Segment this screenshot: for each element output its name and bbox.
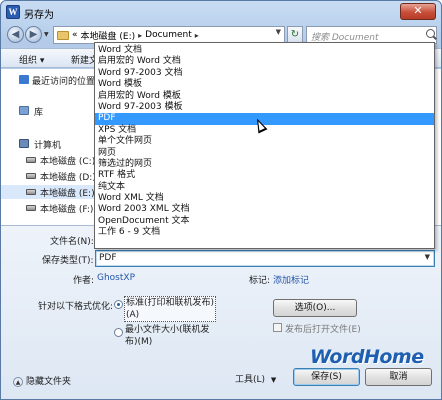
chevron-down-icon[interactable]: ▼ <box>425 253 430 261</box>
dropdown-option[interactable]: Word 97-2003 文档 <box>95 68 434 79</box>
cancel-button[interactable]: 取消 <box>365 368 432 386</box>
dropdown-option[interactable]: 筛选过的网页 <box>95 159 434 170</box>
sidebar-item-label: 本地磁盘 (D:) <box>40 173 96 183</box>
word-app-icon: W <box>6 5 20 19</box>
title-bar: W 另存为 ✕ <box>1 1 441 23</box>
sidebar-item-label: 最近访问的位置 <box>32 77 96 87</box>
sidebar-item-drive-c[interactable]: 本地磁盘 (C:) <box>1 153 97 167</box>
tags-value[interactable]: 添加标记 <box>273 273 309 286</box>
dropdown-option[interactable]: 单个文件网页 <box>95 136 434 147</box>
sidebar-item-computer[interactable]: 计算机 <box>1 137 97 151</box>
sidebar-item-drive-e[interactable]: 本地磁盘 (E:) <box>1 185 97 199</box>
file-type-dropdown-list[interactable]: Word 文档 启用宏的 Word 文档 Word 97-2003 文档 Wor… <box>94 42 435 249</box>
radio-minimum-line2: 布)(M) <box>125 337 153 347</box>
breadcrumb-document[interactable]: Document <box>145 30 192 40</box>
close-button[interactable]: ✕ <box>400 3 436 20</box>
radio-standard-line1: 标准(打印和联机发布) <box>126 298 215 308</box>
sidebar-item-library[interactable]: 库 <box>1 104 97 118</box>
open-after-publish-checkbox[interactable] <box>273 323 282 332</box>
sidebar-item-drive-d[interactable]: 本地磁盘 (D:) <box>1 169 97 183</box>
file-type-label: 保存类型(T): <box>42 256 94 266</box>
sidebar-item-label: 本地磁盘 (F:) <box>40 205 94 215</box>
drive-icon <box>26 205 36 211</box>
dropdown-option[interactable]: OpenDocument 文本 <box>95 216 434 227</box>
hide-folders-button[interactable]: ▲ 隐藏文件夹 <box>13 374 71 387</box>
radio-minimum[interactable] <box>114 328 123 337</box>
chevron-right-icon[interactable]: ▸ <box>138 31 142 40</box>
file-type-select[interactable]: PDF ▼ <box>95 250 435 267</box>
tools-label: 工具(L) <box>235 375 266 385</box>
file-type-value: PDF <box>99 253 117 263</box>
search-icon <box>426 29 435 38</box>
radio-minimum-label[interactable]: 最小文件大小(联机发 布)(M) <box>125 324 210 348</box>
tools-button[interactable]: 工具(L) ▼ <box>235 372 276 385</box>
sidebar-item-label: 库 <box>34 108 44 118</box>
wordhome-watermark: WordHome <box>310 346 424 368</box>
dropdown-option[interactable]: Word 文档 <box>95 45 434 56</box>
tags-label: 标记: <box>249 276 271 286</box>
dropdown-option[interactable]: 启用宏的 Word 文档 <box>95 56 434 67</box>
folder-icon <box>57 30 69 40</box>
dialog-title: 另存为 <box>24 10 54 21</box>
recent-icon <box>19 75 29 84</box>
radio-standard-line2: (A) <box>126 310 140 320</box>
drive-icon <box>26 157 36 163</box>
drive-icon <box>26 189 36 195</box>
radio-standard[interactable] <box>114 300 123 309</box>
dropdown-option[interactable]: 纯文本 <box>95 182 434 193</box>
dropdown-option[interactable]: 启用宏的 Word 模板 <box>95 91 434 102</box>
back-button[interactable]: ◀ <box>7 26 24 43</box>
chevron-right-icon[interactable]: ▸ <box>195 31 199 40</box>
sidebar-item-label: 计算机 <box>34 141 62 151</box>
organize-button[interactable]: 组织 ▾ <box>19 53 44 66</box>
history-dropdown-icon[interactable]: ▼ <box>44 31 49 38</box>
optimize-label: 针对以下格式优化: <box>38 302 114 312</box>
radio-standard-label[interactable]: 标准(打印和联机发布) (A) <box>124 296 217 322</box>
navigation-pane: 最近访问的位置 库 计算机 本地磁盘 (C:) 本地磁盘 (D:) 本地磁盘 (… <box>1 69 97 225</box>
breadcrumb-overflow[interactable]: « <box>72 30 78 40</box>
forward-button[interactable]: ▶ <box>25 26 42 43</box>
options-button[interactable]: 选项(O)... <box>273 299 357 317</box>
hide-folders-label: 隐藏文件夹 <box>26 377 72 387</box>
breadcrumb-drive[interactable]: 本地磁盘 (E:) <box>81 29 136 42</box>
save-as-dialog: W 另存为 ✕ ◀ ▶ ▼ « 本地磁盘 (E:) ▸ Document ▸ ▼… <box>0 0 442 400</box>
sidebar-item-label: 本地磁盘 (E:) <box>40 189 95 199</box>
sidebar-item-label: 本地磁盘 (C:) <box>40 157 96 167</box>
dropdown-option[interactable]: 工作 6 - 9 文档 <box>95 227 434 238</box>
author-label: 作者: <box>73 276 95 286</box>
dropdown-option[interactable]: Word 2003 XML 文档 <box>95 204 434 215</box>
computer-icon <box>19 139 29 148</box>
chevron-down-icon: ▼ <box>270 376 277 384</box>
sidebar-item-drive-f[interactable]: 本地磁盘 (F:) <box>1 201 97 215</box>
dropdown-option[interactable]: Word XML 文档 <box>95 193 434 204</box>
dropdown-option[interactable]: Word 模板 <box>95 79 434 90</box>
radio-minimum-line1: 最小文件大小(联机发 <box>125 325 210 335</box>
dropdown-option[interactable]: Word 97-2003 模板 <box>95 102 434 113</box>
dropdown-option[interactable]: RTF 格式 <box>95 170 434 181</box>
drive-icon <box>26 173 36 179</box>
author-value[interactable]: GhostXP <box>97 273 135 283</box>
dropdown-option[interactable]: 网页 <box>95 148 434 159</box>
save-button[interactable]: 保存(S) <box>293 368 360 386</box>
address-dropdown-icon[interactable]: ▼ <box>276 28 281 36</box>
filename-label: 文件名(N): <box>50 237 94 247</box>
sidebar-item-recent[interactable]: 最近访问的位置 <box>1 73 97 87</box>
open-after-publish-label: 发布后打开文件(E) <box>285 325 361 335</box>
library-icon <box>19 106 29 115</box>
chevron-up-icon: ▲ <box>13 376 23 387</box>
